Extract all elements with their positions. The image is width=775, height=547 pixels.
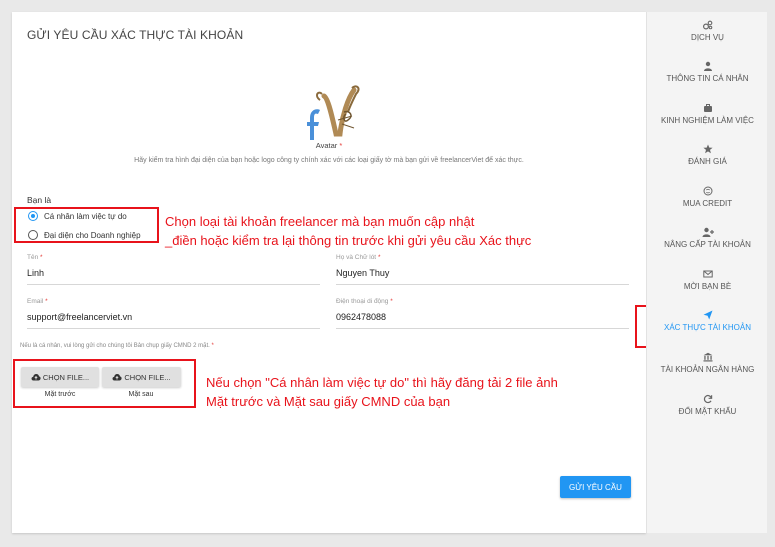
avatar-label: Avatar *	[315, 141, 343, 150]
user-icon	[703, 61, 712, 71]
page-title: GỬI YÊU CẦU XÁC THỰC TÀI KHOẢN	[27, 28, 244, 42]
phone-input[interactable]	[336, 307, 629, 329]
email-field: Email *	[27, 298, 320, 329]
last-name-input[interactable]	[336, 263, 629, 285]
sidebar-item-services[interactable]: DỊCH VỤ	[647, 20, 768, 42]
sidebar-item-upgrade[interactable]: NÂNG CẤP TÀI KHOẢN	[647, 227, 768, 249]
sidebar-item-reviews[interactable]: ĐÁNH GIÁ	[647, 144, 768, 166]
annotation-box-upload	[13, 359, 196, 408]
avatar-hint: Hãy kiểm tra hình đại diện của bạn hoặc …	[134, 157, 524, 164]
bank-icon	[703, 352, 712, 362]
sidebar-item-profile[interactable]: THÔNG TIN CÁ NHÂN	[647, 61, 768, 83]
sidebar: DỊCH VỤ THÔNG TIN CÁ NHÂN KINH NGHIỆM LÀ…	[646, 12, 767, 533]
services-icon	[702, 20, 712, 30]
email-input[interactable]	[27, 307, 320, 329]
first-name-field: Tên *	[27, 254, 320, 285]
last-name-field: Họ và Chữ lót *	[336, 254, 629, 285]
user-plus-icon	[702, 227, 714, 237]
annotation-box-account-type	[14, 207, 159, 243]
send-icon	[703, 310, 712, 320]
annotation-text-upload-line2: Mặt trước và Mặt sau giấy CMND của bạn	[206, 394, 451, 409]
submit-button[interactable]: GỬI YÊU CẦU	[560, 476, 631, 498]
refresh-icon	[703, 394, 712, 404]
sidebar-item-experience[interactable]: KINH NGHIỆM LÀM VIỆC	[647, 103, 768, 125]
star-icon	[702, 144, 713, 154]
briefcase-icon	[703, 104, 712, 112]
first-name-input[interactable]	[27, 263, 320, 285]
coin-icon	[703, 186, 712, 196]
account-type-label: Bạn là	[27, 195, 52, 205]
sidebar-item-bank-account[interactable]: TÀI KHOẢN NGÂN HÀNG	[647, 352, 768, 374]
sidebar-item-change-password[interactable]: ĐỔI MẬT KHẨU	[647, 394, 768, 416]
sidebar-item-invite[interactable]: MỜI BẠN BÈ	[647, 269, 768, 291]
verification-card: GỬI YÊU CẦU XÁC THỰC TÀI KHOẢN Avatar * …	[12, 12, 646, 533]
upload-hint: Nếu là cá nhân, vui lòng gửi cho chúng t…	[20, 343, 214, 349]
phone-field: Điện thoại di động *	[336, 298, 629, 329]
sidebar-item-verify-account[interactable]: XÁC THỰC TÀI KHOẢN	[647, 310, 768, 332]
envelope-icon	[702, 270, 713, 278]
annotation-text-account-line2: _điền hoặc kiểm tra lại thông tin trước …	[165, 233, 532, 248]
annotation-text-upload-line1: Nếu chọn "Cá nhân làm việc tự do" thì hã…	[206, 375, 558, 390]
annotation-text-account-line1: Chọn loại tài khoản freelancer mà bạn mu…	[165, 214, 475, 229]
sidebar-item-buy-credit[interactable]: MUA CREDIT	[647, 186, 768, 208]
